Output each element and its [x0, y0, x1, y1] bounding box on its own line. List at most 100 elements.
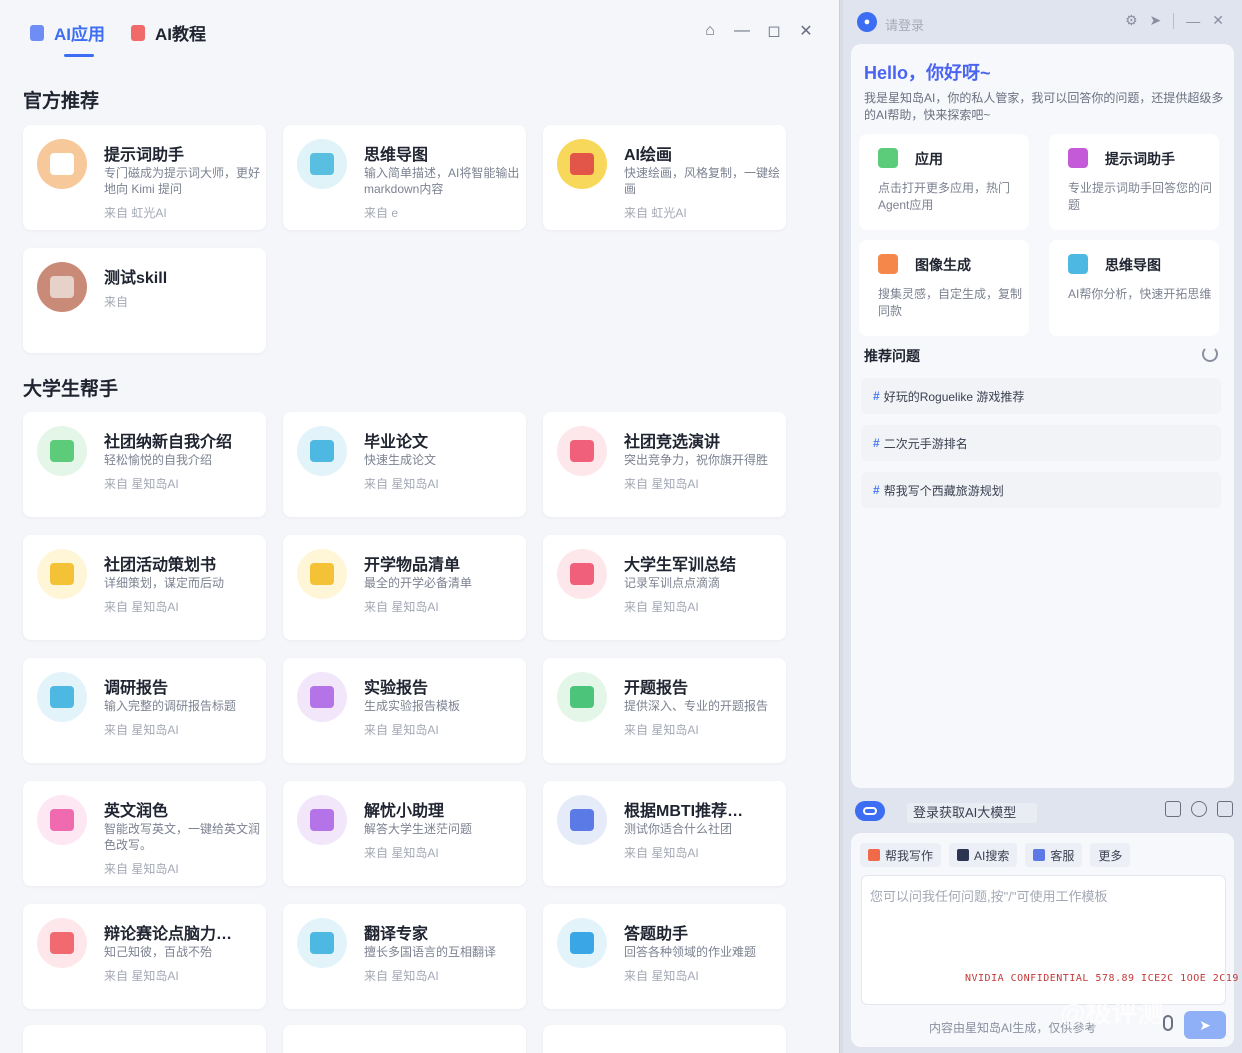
app-card-source: 来自 星知岛AI — [364, 600, 439, 614]
app-card-icon — [37, 262, 87, 312]
app-card-title: 开题报告 — [624, 680, 689, 697]
recommended-question[interactable]: # 二次元手游排名 — [861, 425, 1221, 461]
home-icon[interactable]: ⌂ — [701, 22, 719, 40]
login-link[interactable]: 请登录 — [885, 15, 924, 34]
tab-ai-tutorials[interactable]: AI教程 — [131, 20, 206, 45]
app-card[interactable]: 根据MBTI推荐… 测试你适合什么社团 来自 星知岛AI — [543, 781, 786, 886]
quick-action-button[interactable]: 更多 — [1090, 843, 1131, 867]
quick-action-icon — [868, 849, 880, 861]
app-card[interactable]: 社团竞选演讲 突出竞争力，祝你旗开得胜 来自 星知岛AI — [543, 412, 786, 517]
app-glyph-icon — [310, 153, 334, 175]
app-glyph-icon — [310, 932, 334, 954]
feature-desc: 搜集灵感，自定生成，复制同款 — [878, 287, 1023, 318]
recommended-question-text: 二次元手游排名 — [883, 436, 968, 451]
app-card[interactable]: AI绘画 快速绘画，风格复制，一键绘画 来自 虹光AI — [543, 125, 786, 230]
quick-action-button[interactable]: AI搜索 — [949, 843, 1018, 867]
app-card-partial[interactable] — [543, 1025, 786, 1053]
app-card-icon — [37, 918, 87, 968]
feature-card[interactable]: 图像生成 搜集灵感，自定生成，复制同款 — [859, 240, 1029, 336]
new-chat-icon[interactable] — [1217, 801, 1233, 817]
send-button[interactable]: ➤ — [1184, 1011, 1226, 1039]
minimize-icon[interactable]: — — [733, 22, 751, 40]
app-card[interactable]: 社团纳新自我介绍 轻松愉悦的自我介绍 来自 星知岛AI — [23, 412, 266, 517]
refresh-icon[interactable] — [1202, 346, 1218, 362]
app-glyph-icon — [50, 809, 74, 831]
app-card-source: 来自 星知岛AI — [364, 846, 439, 860]
cloud-icon — [863, 807, 877, 815]
app-card[interactable]: 提示词助手 专门磁成为提示词大师，更好地向 Kimi 提问 来自 虹光AI — [23, 125, 266, 230]
app-card[interactable]: 解忧小助理 解答大学生迷茫问题 来自 星知岛AI — [283, 781, 526, 886]
app-card[interactable]: 思维导图 输入简单描述，AI将智能输出markdown内容 来自 e — [283, 125, 526, 230]
section-official-title: 官方推荐 — [23, 91, 100, 112]
app-card[interactable]: 测试skill 来自 — [23, 248, 266, 353]
top-tab-bar: AI应用 AI教程 — [30, 20, 206, 57]
app-center-window: AI应用 AI教程 ⌂ — ◻ ✕ 官方推荐 提示词助手 专门磁成为提示词大师，更… — [0, 0, 840, 1053]
app-card[interactable]: 英文润色 智能改写英文，一键给英文润色改写。 来自 星知岛AI — [23, 781, 266, 886]
feature-desc: 点击打开更多应用，热门Agent应用 — [878, 181, 1011, 212]
app-card-source: 来自 e — [364, 206, 399, 220]
app-card-source: 来自 星知岛AI — [104, 723, 179, 737]
app-card-icon — [297, 918, 347, 968]
app-card-partial[interactable] — [23, 1025, 266, 1053]
app-card-desc: 记录军训点点滴滴 — [624, 576, 721, 590]
feature-title: 提示词助手 — [1105, 151, 1175, 167]
chat-input[interactable] — [861, 875, 1226, 1005]
user-avatar-icon[interactable]: ● — [857, 12, 877, 32]
section-students-title: 大学生帮手 — [23, 379, 119, 400]
feature-card[interactable]: 提示词助手 专业提示词助手回答您的问题 — [1049, 134, 1219, 230]
feature-card[interactable]: 应用 点击打开更多应用，热门Agent应用 — [859, 134, 1029, 230]
app-card-desc: 轻松愉悦的自我介绍 — [104, 453, 213, 467]
maximize-icon[interactable]: ◻ — [765, 22, 783, 40]
feature-card[interactable]: 思维导图 AI帮你分析，快速开拓思维 — [1049, 240, 1219, 336]
app-card[interactable]: 翻译专家 擅长多国语言的互相翻译 来自 星知岛AI — [283, 904, 526, 1009]
close-icon[interactable]: ✕ — [1212, 12, 1224, 29]
app-card-title: 根据MBTI推荐… — [624, 803, 744, 820]
app-card[interactable]: 毕业论文快速生成论文 来自 星知岛AI — [283, 412, 526, 517]
tab-ai-apps[interactable]: AI应用 — [30, 20, 105, 57]
assistant-titlebar: ● 请登录 ⚙ ➤ — ✕ — [843, 0, 1242, 42]
app-card[interactable]: 开题报告 提供深入、专业的开题报告 来自 星知岛AI — [543, 658, 786, 763]
recommended-question[interactable]: # 帮我写个西藏旅游规划 — [861, 472, 1221, 508]
app-card-source: 来自 星知岛AI — [364, 723, 439, 737]
model-login-button[interactable]: 登录获取AI大模型 — [907, 803, 1037, 823]
app-card[interactable]: 开学物品清单 最全的开学必备清单 来自 星知岛AI — [283, 535, 526, 640]
toolbox-icon[interactable] — [1165, 801, 1181, 817]
app-glyph-icon — [570, 440, 594, 462]
app-card-desc: 快速生成论文 — [364, 453, 437, 467]
app-card[interactable]: 实验报告 生成实验报告模板 来自 星知岛AI — [283, 658, 526, 763]
settings-gear-icon[interactable]: ⚙ — [1125, 12, 1138, 29]
feature-icon — [1068, 254, 1088, 274]
app-card-icon — [297, 139, 347, 189]
app-card-desc: 测试你适合什么社团 — [624, 822, 733, 836]
app-card-desc: 擅长多国语言的互相翻译 — [364, 945, 497, 959]
app-card-icon — [297, 549, 347, 599]
quick-action-button[interactable]: 客服 — [1025, 843, 1083, 867]
pin-icon[interactable]: ➤ — [1150, 12, 1162, 29]
app-card[interactable]: 辩论赛论点脑力… 知己知彼，百战不殆 来自 星知岛AI — [23, 904, 266, 1009]
app-card[interactable]: 答题助手 回答各种领域的作业难题 来自 星知岛AI — [543, 904, 786, 1009]
app-card-icon — [297, 795, 347, 845]
app-card-title: 调研报告 — [104, 680, 169, 697]
app-card-source: 来自 星知岛AI — [364, 477, 439, 491]
minimize-icon[interactable]: — — [1186, 13, 1200, 29]
hash-icon[interactable] — [1191, 801, 1207, 817]
quick-action-button[interactable]: 帮我写作 — [860, 843, 942, 867]
hashtag-icon: # — [873, 483, 880, 497]
recommended-question[interactable]: # 好玩的Roguelike 游戏推荐 — [861, 378, 1221, 414]
app-card-desc: 生成实验报告模板 — [364, 699, 461, 713]
app-card[interactable]: 大学生军训总结 记录军训点点滴滴 来自 星知岛AI — [543, 535, 786, 640]
app-card[interactable]: 调研报告 输入完整的调研报告标题 来自 星知岛AI — [23, 658, 266, 763]
input-panel: 帮我写作AI搜索客服更多 内容由星知岛AI生成，仅供参考 ➤ — [851, 833, 1234, 1047]
app-card-title: 毕业论文 — [364, 434, 429, 451]
app-card[interactable]: 社团活动策划书 详细策划，谋定而后动 来自 星知岛AI — [23, 535, 266, 640]
app-card-title: 大学生军训总结 — [624, 557, 737, 574]
close-icon[interactable]: ✕ — [797, 22, 815, 40]
app-card-title: 辩论赛论点脑力… — [104, 926, 233, 943]
microphone-icon[interactable] — [1163, 1015, 1173, 1031]
recommended-question-text: 好玩的Roguelike 游戏推荐 — [883, 389, 1025, 404]
app-glyph-icon — [50, 563, 74, 585]
app-card-icon — [297, 672, 347, 722]
cloud-toggle[interactable] — [855, 801, 885, 821]
app-card-partial[interactable] — [283, 1025, 526, 1053]
greeting-intro: 我是星知岛AI，你的私人管家，我可以回答你的问题，还提供超级多的AI帮助，快来探… — [864, 91, 1224, 122]
